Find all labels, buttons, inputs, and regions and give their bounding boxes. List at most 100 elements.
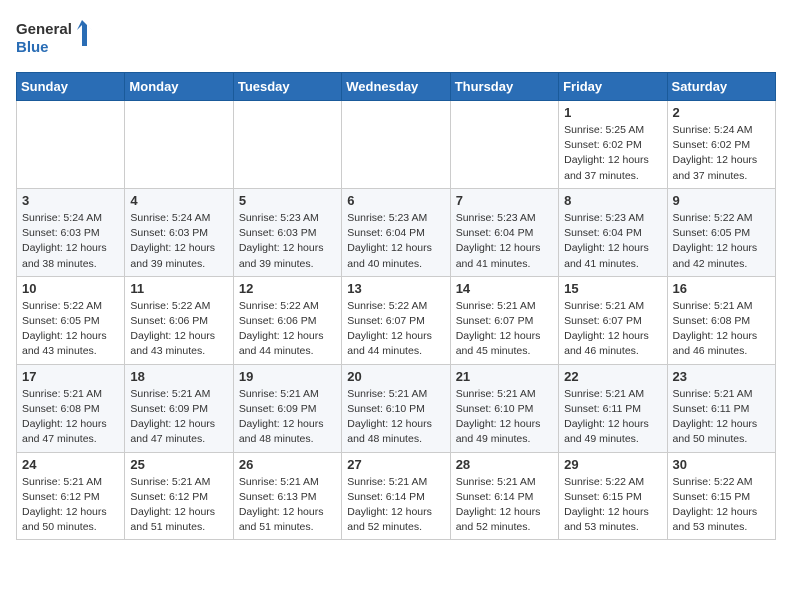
col-header-thursday: Thursday	[450, 73, 558, 101]
calendar-cell: 10 Sunrise: 5:22 AM Sunset: 6:05 PM Dayl…	[17, 276, 125, 364]
daylight-label: Daylight: 12 hours and 53 minutes.	[564, 506, 649, 533]
sunset-label: Sunset: 6:11 PM	[673, 403, 750, 415]
day-number: 3	[22, 193, 119, 208]
calendar-cell: 7 Sunrise: 5:23 AM Sunset: 6:04 PM Dayli…	[450, 188, 558, 276]
calendar-cell: 5 Sunrise: 5:23 AM Sunset: 6:03 PM Dayli…	[233, 188, 341, 276]
sunset-label: Sunset: 6:04 PM	[564, 227, 642, 239]
calendar-week-4: 17 Sunrise: 5:21 AM Sunset: 6:08 PM Dayl…	[17, 364, 776, 452]
day-number: 13	[347, 281, 444, 296]
sunrise-label: Sunrise: 5:22 AM	[347, 300, 427, 312]
day-number: 14	[456, 281, 553, 296]
daylight-label: Daylight: 12 hours and 47 minutes.	[130, 418, 215, 445]
day-number: 9	[673, 193, 770, 208]
daylight-label: Daylight: 12 hours and 41 minutes.	[564, 242, 649, 269]
daylight-label: Daylight: 12 hours and 38 minutes.	[22, 242, 107, 269]
sunrise-label: Sunrise: 5:21 AM	[22, 388, 102, 400]
logo: General Blue	[16, 16, 96, 60]
calendar-cell: 23 Sunrise: 5:21 AM Sunset: 6:11 PM Dayl…	[667, 364, 775, 452]
sunset-label: Sunset: 6:15 PM	[564, 491, 642, 503]
calendar-cell: 21 Sunrise: 5:21 AM Sunset: 6:10 PM Dayl…	[450, 364, 558, 452]
sunrise-label: Sunrise: 5:21 AM	[456, 388, 536, 400]
sunrise-label: Sunrise: 5:23 AM	[347, 212, 427, 224]
daylight-label: Daylight: 12 hours and 50 minutes.	[673, 418, 758, 445]
calendar-cell: 2 Sunrise: 5:24 AM Sunset: 6:02 PM Dayli…	[667, 101, 775, 189]
sunrise-label: Sunrise: 5:21 AM	[239, 476, 319, 488]
sunset-label: Sunset: 6:08 PM	[673, 315, 751, 327]
day-number: 26	[239, 457, 336, 472]
daylight-label: Daylight: 12 hours and 41 minutes.	[456, 242, 541, 269]
day-info: Sunrise: 5:21 AM Sunset: 6:10 PM Dayligh…	[347, 387, 444, 448]
day-info: Sunrise: 5:21 AM Sunset: 6:07 PM Dayligh…	[564, 299, 661, 360]
day-number: 21	[456, 369, 553, 384]
day-info: Sunrise: 5:24 AM Sunset: 6:03 PM Dayligh…	[22, 211, 119, 272]
page-header: General Blue	[16, 16, 776, 60]
daylight-label: Daylight: 12 hours and 49 minutes.	[564, 418, 649, 445]
day-info: Sunrise: 5:24 AM Sunset: 6:03 PM Dayligh…	[130, 211, 227, 272]
calendar-cell: 3 Sunrise: 5:24 AM Sunset: 6:03 PM Dayli…	[17, 188, 125, 276]
sunrise-label: Sunrise: 5:21 AM	[564, 300, 644, 312]
day-info: Sunrise: 5:22 AM Sunset: 6:15 PM Dayligh…	[564, 475, 661, 536]
day-number: 17	[22, 369, 119, 384]
sunrise-label: Sunrise: 5:22 AM	[130, 300, 210, 312]
sunrise-label: Sunrise: 5:22 AM	[673, 212, 753, 224]
day-info: Sunrise: 5:23 AM Sunset: 6:04 PM Dayligh…	[456, 211, 553, 272]
calendar-cell: 29 Sunrise: 5:22 AM Sunset: 6:15 PM Dayl…	[559, 452, 667, 540]
day-info: Sunrise: 5:23 AM Sunset: 6:04 PM Dayligh…	[347, 211, 444, 272]
sunrise-label: Sunrise: 5:22 AM	[239, 300, 319, 312]
day-number: 28	[456, 457, 553, 472]
day-number: 6	[347, 193, 444, 208]
day-number: 24	[22, 457, 119, 472]
day-number: 11	[130, 281, 227, 296]
calendar-cell: 28 Sunrise: 5:21 AM Sunset: 6:14 PM Dayl…	[450, 452, 558, 540]
day-info: Sunrise: 5:21 AM Sunset: 6:14 PM Dayligh…	[456, 475, 553, 536]
sunrise-label: Sunrise: 5:21 AM	[130, 476, 210, 488]
day-number: 2	[673, 105, 770, 120]
sunrise-label: Sunrise: 5:24 AM	[673, 124, 753, 136]
daylight-label: Daylight: 12 hours and 42 minutes.	[673, 242, 758, 269]
sunrise-label: Sunrise: 5:23 AM	[456, 212, 536, 224]
sunset-label: Sunset: 6:07 PM	[564, 315, 642, 327]
day-number: 1	[564, 105, 661, 120]
col-header-friday: Friday	[559, 73, 667, 101]
svg-text:Blue: Blue	[16, 39, 49, 56]
sunset-label: Sunset: 6:12 PM	[130, 491, 208, 503]
sunrise-label: Sunrise: 5:24 AM	[130, 212, 210, 224]
day-number: 22	[564, 369, 661, 384]
daylight-label: Daylight: 12 hours and 40 minutes.	[347, 242, 432, 269]
day-info: Sunrise: 5:21 AM Sunset: 6:12 PM Dayligh…	[130, 475, 227, 536]
daylight-label: Daylight: 12 hours and 39 minutes.	[239, 242, 324, 269]
day-number: 30	[673, 457, 770, 472]
sunrise-label: Sunrise: 5:21 AM	[673, 300, 753, 312]
day-number: 7	[456, 193, 553, 208]
daylight-label: Daylight: 12 hours and 47 minutes.	[22, 418, 107, 445]
day-info: Sunrise: 5:22 AM Sunset: 6:07 PM Dayligh…	[347, 299, 444, 360]
daylight-label: Daylight: 12 hours and 51 minutes.	[239, 506, 324, 533]
sunset-label: Sunset: 6:14 PM	[347, 491, 425, 503]
sunset-label: Sunset: 6:06 PM	[239, 315, 317, 327]
sunrise-label: Sunrise: 5:21 AM	[239, 388, 319, 400]
sunset-label: Sunset: 6:10 PM	[347, 403, 425, 415]
daylight-label: Daylight: 12 hours and 48 minutes.	[239, 418, 324, 445]
calendar-cell: 6 Sunrise: 5:23 AM Sunset: 6:04 PM Dayli…	[342, 188, 450, 276]
col-header-saturday: Saturday	[667, 73, 775, 101]
logo-svg: General Blue	[16, 16, 96, 60]
day-number: 20	[347, 369, 444, 384]
col-header-sunday: Sunday	[17, 73, 125, 101]
day-info: Sunrise: 5:22 AM Sunset: 6:05 PM Dayligh…	[673, 211, 770, 272]
sunset-label: Sunset: 6:06 PM	[130, 315, 208, 327]
calendar-cell	[342, 101, 450, 189]
day-info: Sunrise: 5:21 AM Sunset: 6:08 PM Dayligh…	[673, 299, 770, 360]
calendar-cell: 30 Sunrise: 5:22 AM Sunset: 6:15 PM Dayl…	[667, 452, 775, 540]
calendar-cell: 8 Sunrise: 5:23 AM Sunset: 6:04 PM Dayli…	[559, 188, 667, 276]
day-number: 5	[239, 193, 336, 208]
calendar-cell: 25 Sunrise: 5:21 AM Sunset: 6:12 PM Dayl…	[125, 452, 233, 540]
sunset-label: Sunset: 6:09 PM	[130, 403, 208, 415]
calendar-cell	[450, 101, 558, 189]
sunrise-label: Sunrise: 5:24 AM	[22, 212, 102, 224]
day-info: Sunrise: 5:21 AM Sunset: 6:09 PM Dayligh…	[239, 387, 336, 448]
daylight-label: Daylight: 12 hours and 50 minutes.	[22, 506, 107, 533]
daylight-label: Daylight: 12 hours and 43 minutes.	[22, 330, 107, 357]
daylight-label: Daylight: 12 hours and 46 minutes.	[564, 330, 649, 357]
day-number: 15	[564, 281, 661, 296]
daylight-label: Daylight: 12 hours and 37 minutes.	[673, 154, 758, 181]
